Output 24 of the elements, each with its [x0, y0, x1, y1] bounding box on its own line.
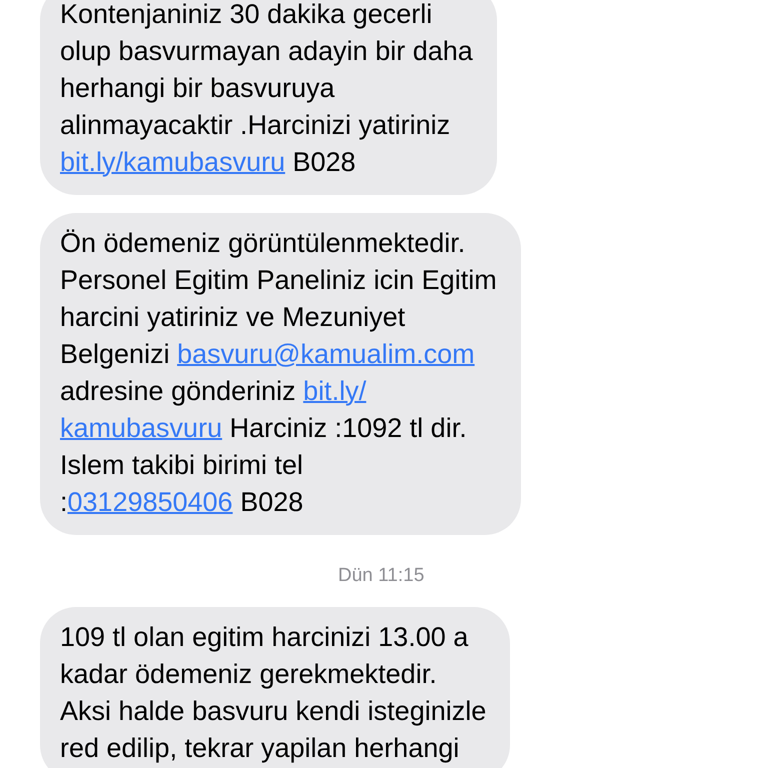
message-text: Harciniz :1092 tl dir.: [228, 413, 467, 443]
message-text: herhangi bir basvuruya: [60, 73, 335, 103]
message-text: :: [60, 487, 68, 517]
message-text: B028: [239, 487, 304, 517]
message-text: red edilip, tekrar yapilan herhangi: [60, 733, 460, 763]
message-link[interactable]: bit.ly/: [303, 376, 366, 406]
message-text: Belgenizi: [60, 339, 171, 369]
message-link[interactable]: 03129850406: [68, 487, 233, 517]
message-text: Islem takibi birimi tel: [60, 450, 304, 480]
message-link[interactable]: bit.ly/kamubasvuru: [60, 147, 286, 177]
message-text: Kontenjaniniz 30 dakika gecerli: [60, 0, 432, 29]
message-text: kadar ödemeniz gerekmektedir.: [60, 659, 437, 689]
message-text: alinmayacaktir .Harcinizi yatiriniz: [60, 110, 450, 140]
message-text: Aksi halde basvuru kendi isteginizle: [60, 696, 486, 726]
message-link[interactable]: kamubasvuru: [60, 413, 222, 443]
message-link[interactable]: basvuru@kamualim.com: [177, 339, 475, 369]
message-text: adresine gönderiniz: [60, 376, 297, 406]
timestamp: Dün 11:15: [338, 565, 424, 587]
message-text: harcini yatiriniz ve Mezuniyet: [60, 302, 406, 332]
message-text: olup basvurmayan adayin bir daha: [60, 36, 473, 66]
message-text: Personel Egitim Paneliniz icin Egitim: [60, 265, 497, 295]
message-text: 109 tl olan egitim harcinizi 13.00 a: [60, 622, 468, 652]
message-text: B028: [292, 147, 356, 177]
message-text: Ön ödemeniz görüntülenmektedir.: [60, 228, 466, 258]
